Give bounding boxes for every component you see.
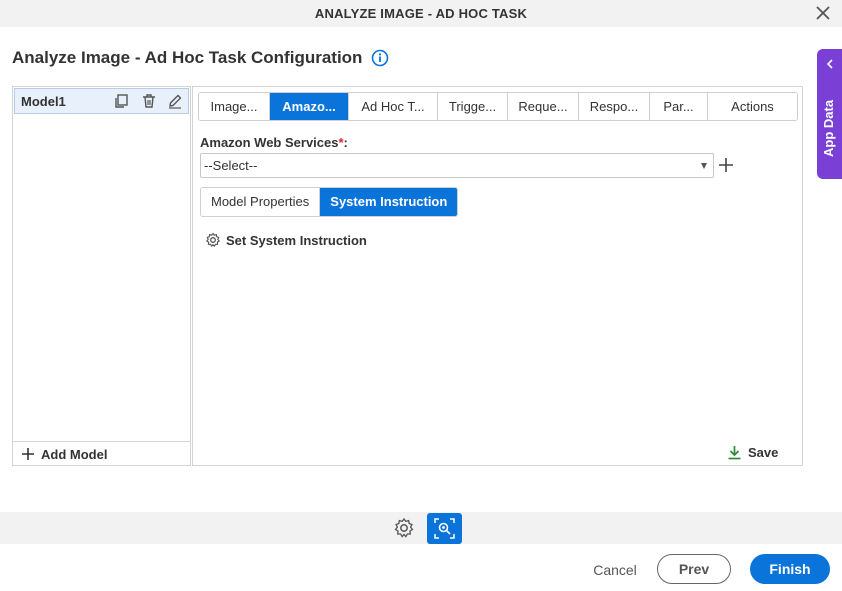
finish-button[interactable]: Finish [750, 554, 830, 584]
close-icon[interactable] [814, 4, 832, 22]
model-item[interactable]: Model1 [14, 88, 189, 114]
aws-label-text: Amazon Web Services [200, 135, 339, 150]
caret-down-icon [701, 163, 707, 169]
aws-select[interactable]: --Select-- [200, 153, 714, 178]
subtab-model-properties[interactable]: Model Properties [201, 188, 321, 216]
aws-label-suffix: : [343, 135, 348, 150]
configuration-panel: Image... Amazo... Ad Hoc T... Trigge... … [192, 86, 803, 466]
plus-icon [22, 448, 34, 460]
model-item-label: Model1 [21, 93, 66, 109]
page-heading-text: Analyze Image - Ad Hoc Task Configuratio… [12, 48, 363, 67]
add-aws-plus-icon[interactable] [719, 158, 733, 172]
window-title-bar: ANALYZE IMAGE - AD HOC TASK [0, 0, 842, 27]
tab-response[interactable]: Respo... [579, 93, 650, 120]
analyze-image-icon [434, 518, 455, 539]
save-button[interactable]: Save [727, 445, 778, 460]
config-tabs: Image... Amazo... Ad Hoc T... Trigge... … [198, 92, 798, 121]
info-icon[interactable] [371, 49, 389, 67]
app-data-label: App Data [821, 99, 836, 157]
aws-field-label: Amazon Web Services*: [200, 135, 348, 150]
tab-ad-hoc-task[interactable]: Ad Hoc T... [349, 93, 438, 120]
chevron-left-icon [826, 59, 833, 69]
set-system-instruction-label: Set System Instruction [226, 232, 367, 248]
save-label: Save [748, 445, 779, 460]
edit-icon[interactable] [167, 93, 183, 109]
tab-parameters[interactable]: Par... [650, 93, 708, 120]
delete-icon[interactable] [141, 93, 157, 109]
set-system-instruction-link[interactable]: Set System Instruction [205, 232, 367, 248]
model-subtabs: Model Properties System Instruction [200, 187, 459, 217]
prev-button[interactable]: Prev [657, 554, 731, 584]
analyze-image-tool-button[interactable] [427, 513, 462, 544]
subtab-system-instruction[interactable]: System Instruction [320, 188, 458, 216]
tab-request[interactable]: Reque... [508, 93, 579, 120]
aws-select-value: --Select-- [204, 158, 258, 173]
tab-amazon[interactable]: Amazo... [270, 93, 349, 120]
settings-gear-icon[interactable] [393, 517, 415, 539]
cancel-button[interactable]: Cancel [580, 555, 650, 585]
add-model-label: Add Model [41, 446, 108, 462]
download-icon [728, 446, 741, 460]
app-data-tab[interactable]: App Data [817, 49, 842, 179]
page-title: Analyze Image - Ad Hoc Task Configuratio… [12, 48, 389, 68]
model-list-panel: Model1 Add Model [12, 86, 191, 466]
tab-triggers[interactable]: Trigge... [438, 93, 508, 120]
tab-image[interactable]: Image... [199, 93, 270, 120]
gear-icon [205, 232, 221, 248]
tab-actions[interactable]: Actions [708, 93, 797, 120]
copy-icon[interactable] [113, 93, 129, 109]
window-title: ANALYZE IMAGE - AD HOC TASK [314, 6, 528, 21]
bottom-toolbar [0, 512, 842, 544]
add-model-button[interactable]: Add Model [13, 441, 190, 466]
